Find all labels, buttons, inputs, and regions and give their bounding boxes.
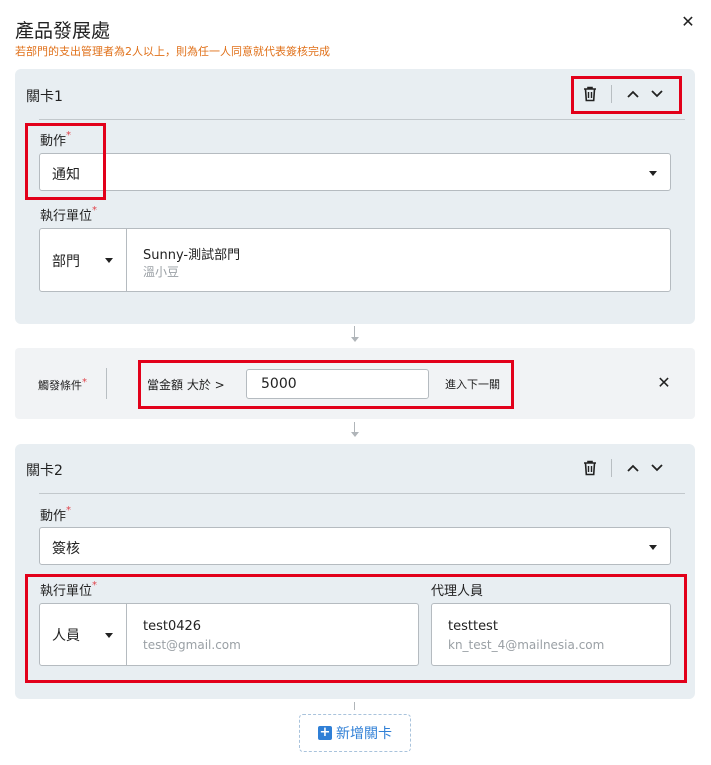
caret-down-icon [649, 171, 657, 176]
agent-email: kn_test_4@mailnesia.com [448, 638, 605, 652]
chevron-down-icon[interactable] [646, 457, 668, 479]
connector-line [354, 326, 355, 337]
action-select[interactable]: 通知 [39, 153, 671, 191]
stage-title: 關卡1 [26, 89, 63, 105]
unit-label: 執行單位* [40, 580, 98, 599]
trash-icon[interactable] [579, 83, 601, 105]
arrow-down-icon [351, 432, 359, 437]
condition-prefix: 當金額 大於 > [147, 378, 225, 392]
arrow-down-icon [351, 337, 359, 342]
unit-type-value: 部門 [52, 254, 80, 270]
agent-label: 代理人員 [431, 584, 484, 599]
stage-card-2: 關卡2 動作* 簽核 執行單位* 人員 test0426 test@gmail.… [15, 444, 695, 699]
stage-title: 關卡2 [26, 463, 63, 479]
connector-line [354, 702, 355, 710]
unit-name: test0426 [143, 619, 202, 634]
condition-suffix: 進入下一關 [445, 378, 500, 391]
add-stage-button[interactable]: + 新增關卡 [299, 714, 411, 752]
unit-type-select[interactable]: 部門 [40, 229, 127, 291]
caret-down-icon [105, 258, 113, 263]
toolbar-divider [611, 459, 612, 477]
agent-picker[interactable]: testtest kn_test_4@mailnesia.com [431, 603, 671, 666]
plus-icon: + [318, 725, 332, 740]
connector-line [354, 422, 355, 432]
action-label: 動作* [40, 130, 72, 149]
condition-divider [106, 368, 107, 399]
action-select-value: 通知 [52, 167, 80, 183]
unit-member: 溫小豆 [143, 265, 180, 279]
stage-divider [39, 493, 685, 494]
unit-name: Sunny-測試部門 [143, 248, 241, 263]
chevron-up-icon[interactable] [622, 83, 644, 105]
chevron-down-icon[interactable] [646, 83, 668, 105]
dialog-title: 產品發展處 [15, 20, 111, 42]
action-select-value: 簽核 [52, 541, 80, 557]
dialog-subtitle: 若部門的支出管理者為2人以上，則為任一人同意就代表簽核完成 [15, 45, 330, 58]
unit-picker[interactable]: 部門 Sunny-測試部門 溫小豆 [39, 228, 671, 292]
condition-label: 觸發條件* [38, 377, 87, 392]
unit-picker[interactable]: 人員 test0426 test@gmail.com [39, 603, 419, 666]
condition-amount-input[interactable]: 5000 [246, 369, 429, 399]
toolbar-divider [611, 85, 612, 103]
trash-icon[interactable] [579, 457, 601, 479]
agent-name: testtest [448, 619, 498, 634]
stage-toolbar [579, 456, 668, 480]
stage-toolbar [579, 82, 668, 106]
stage-card-1: 關卡1 動作* 通知 執行單位* 部門 Sunny-測試部門 溫小豆 [15, 69, 695, 324]
action-label: 動作* [40, 505, 72, 524]
close-icon[interactable]: ✕ [680, 14, 696, 30]
condition-panel: 觸發條件* 當金額 大於 > 5000 進入下一關 ✕ [15, 348, 695, 419]
chevron-up-icon[interactable] [622, 457, 644, 479]
close-icon[interactable]: ✕ [655, 374, 673, 392]
unit-type-value: 人員 [52, 628, 80, 644]
unit-member: test@gmail.com [143, 638, 241, 652]
action-select[interactable]: 簽核 [39, 527, 671, 565]
unit-label: 執行單位* [40, 205, 98, 224]
add-stage-label: 新增關卡 [336, 726, 392, 742]
caret-down-icon [105, 633, 113, 638]
unit-type-select[interactable]: 人員 [40, 604, 127, 665]
stage-divider [39, 119, 685, 120]
caret-down-icon [649, 545, 657, 550]
